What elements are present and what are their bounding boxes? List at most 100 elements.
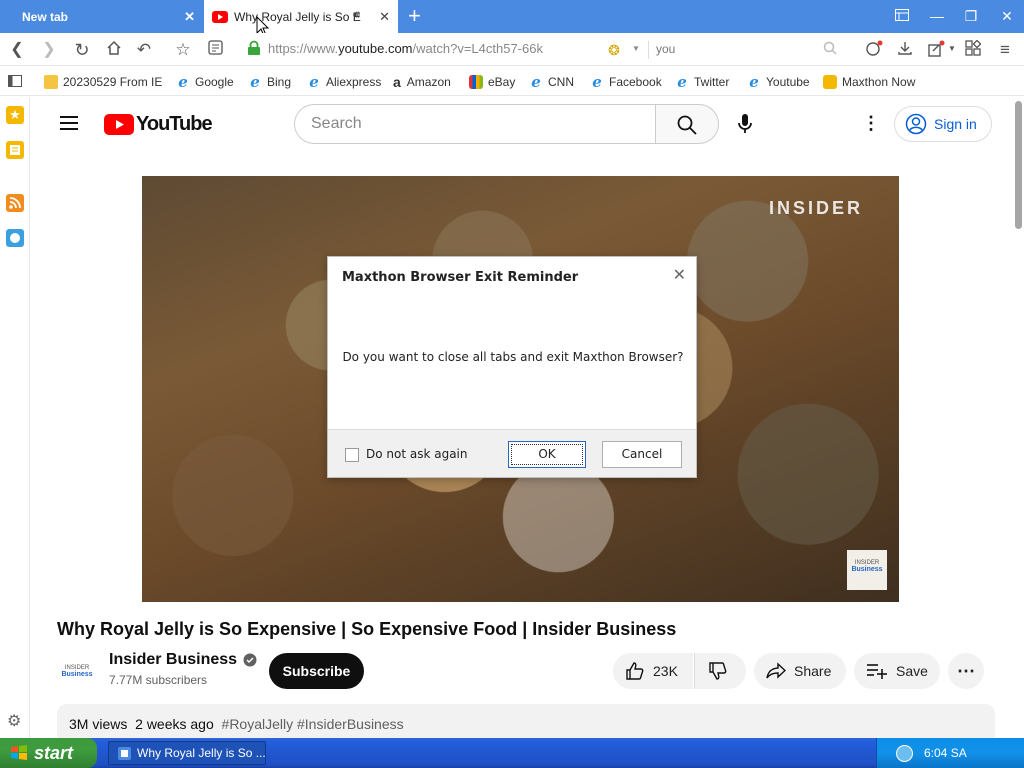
browser-sidebar: ★ ⚙︎: [0, 97, 30, 738]
chat-sidebar-icon[interactable]: [6, 229, 24, 247]
bookmark-maxthon-now[interactable]: Maxthon Now: [823, 73, 915, 91]
settings-gear-icon[interactable]: ⚙︎: [7, 711, 21, 731]
bee-icon[interactable]: ❂: [604, 40, 624, 60]
clock[interactable]: 6:04 SA: [924, 746, 967, 760]
dislike-button[interactable]: [694, 653, 746, 689]
tab-youtube[interactable]: Why Royal Jelly is So E 🔊︎ ✕: [204, 0, 398, 33]
rss-sidebar-icon[interactable]: [6, 194, 24, 212]
bookmark-amazon[interactable]: a Amazon: [393, 73, 451, 91]
ebay-icon: [469, 75, 483, 89]
hamburger-menu-icon[interactable]: [60, 116, 78, 133]
bookmark-label: eBay: [488, 75, 516, 89]
close-tab-icon[interactable]: ✕: [184, 9, 195, 25]
maxthon-icon: [823, 75, 837, 89]
url-prefix: https://www.: [268, 41, 339, 56]
hashtags[interactable]: #RoyalJelly #InsiderBusiness: [222, 716, 404, 732]
windows-taskbar: start Why Royal Jelly is So ... EN 6:04 …: [0, 738, 1024, 768]
maxthon-tray-icon[interactable]: [896, 745, 913, 762]
search-box[interactable]: Search: [294, 104, 656, 144]
page-scrollbar[interactable]: [1015, 101, 1022, 229]
bookmark-twitter[interactable]: e Twitter: [675, 73, 729, 91]
tab-label: New tab: [22, 9, 69, 24]
video-title: Why Royal Jelly is So Expensive | So Exp…: [57, 619, 677, 639]
home-icon[interactable]: [104, 40, 124, 60]
search-icon[interactable]: [820, 40, 840, 60]
bookmark-label: Youtube: [766, 75, 810, 89]
lock-icon: [244, 40, 264, 60]
back-icon[interactable]: ❮: [7, 40, 27, 60]
bookmark-google[interactable]: e Google: [176, 73, 233, 91]
bookmark-cnn[interactable]: e CNN: [529, 73, 574, 91]
tab-list-icon[interactable]: [891, 6, 913, 26]
video-watermark: INSIDER: [768, 198, 863, 218]
save-button[interactable]: Save: [854, 653, 940, 689]
user-account-icon[interactable]: [864, 40, 884, 60]
address-bar: ❮ ❯ ↻ ↶ ▼ ☆ https://www.youtube.com/watc…: [0, 33, 1024, 85]
undo-close-icon[interactable]: ↶: [134, 40, 154, 60]
playlist-add-icon: [867, 664, 887, 679]
favorites-sidebar-icon[interactable]: ★: [6, 106, 24, 124]
subscribe-button[interactable]: Subscribe: [269, 653, 364, 689]
new-tab-button[interactable]: +: [408, 3, 421, 29]
youtube-logo-text: YouTube: [136, 113, 213, 135]
extensions-icon[interactable]: [963, 39, 983, 60]
reload-icon[interactable]: ↻: [72, 40, 92, 60]
ie-icon: e: [592, 73, 602, 91]
url-path: /watch?v=L4cth57-66k: [412, 41, 543, 56]
dialog-close-icon[interactable]: ✕: [673, 265, 686, 285]
more-options-icon[interactable]: ⋮: [862, 113, 880, 134]
download-icon[interactable]: [895, 40, 915, 60]
like-button[interactable]: 23K: [613, 653, 693, 689]
youtube-favicon-icon: [212, 10, 228, 23]
do-not-ask-checkbox[interactable]: [345, 448, 359, 462]
ok-button[interactable]: OK: [508, 441, 586, 468]
bookmark-label: Maxthon Now: [842, 75, 916, 89]
more-actions-button[interactable]: ⋯: [948, 653, 984, 689]
menu-icon[interactable]: ≡: [995, 40, 1015, 60]
restore-icon[interactable]: ❐: [960, 6, 982, 26]
screenshot-dropdown-icon[interactable]: ▼: [948, 44, 956, 53]
upload-age: 2 weeks ago: [135, 716, 214, 732]
taskbar-window-button[interactable]: Why Royal Jelly is So ...: [108, 741, 266, 765]
youtube-logo[interactable]: YouTube: [104, 113, 213, 136]
bookmark-bing[interactable]: e Bing: [248, 73, 291, 91]
start-button[interactable]: start: [0, 738, 97, 768]
description-box[interactable]: 3M views 2 weeks ago #RoyalJelly #Inside…: [57, 704, 995, 738]
taskbar-window-label: Why Royal Jelly is So ...: [137, 746, 266, 760]
bookmark-facebook[interactable]: e Facebook: [590, 73, 661, 91]
share-button[interactable]: Share: [754, 653, 846, 689]
channel-badge[interactable]: INSIDER Business: [847, 550, 887, 590]
search-button[interactable]: [655, 104, 719, 144]
favorite-star-icon[interactable]: ☆: [173, 40, 193, 60]
close-tab-icon[interactable]: ✕: [379, 9, 390, 25]
url-field[interactable]: https://www.youtube.com/watch?v=L4cth57-…: [268, 41, 543, 56]
bookmark-aliexpress[interactable]: e Aliexpress: [307, 73, 381, 91]
tab-new-tab[interactable]: New tab ✕: [0, 0, 203, 33]
microphone-icon[interactable]: [737, 113, 753, 138]
bookmark-label: Twitter: [694, 75, 730, 89]
sign-in-button[interactable]: Sign in: [894, 106, 992, 142]
bookmark-youtube[interactable]: e Youtube: [747, 73, 810, 91]
cancel-button[interactable]: Cancel: [602, 441, 682, 468]
screenshot-icon[interactable]: [926, 40, 946, 60]
reader-icon[interactable]: [205, 40, 225, 60]
speaker-icon[interactable]: 🔊︎: [353, 9, 360, 22]
tab-bar: New tab ✕ Why Royal Jelly is So E 🔊︎ ✕ +…: [0, 0, 1024, 37]
search-engine-dropdown-icon[interactable]: ▼: [632, 44, 640, 53]
sidebar-toggle-icon[interactable]: [8, 75, 22, 90]
verified-check-icon: [243, 653, 257, 667]
bookmark-ebay[interactable]: eBay: [469, 73, 515, 91]
do-not-ask-label[interactable]: Do not ask again: [366, 447, 468, 461]
minimize-icon[interactable]: —: [926, 6, 948, 26]
subscriber-count: 7.77M subscribers: [109, 673, 208, 687]
channel-avatar[interactable]: INSIDER Business: [57, 653, 97, 693]
close-window-icon[interactable]: ✕: [996, 6, 1018, 26]
folder-icon: [44, 75, 58, 89]
channel-name[interactable]: Insider Business: [109, 651, 257, 669]
search-query-field[interactable]: you: [656, 42, 675, 56]
dialog-footer: Do not ask again OK Cancel: [328, 429, 696, 477]
notes-sidebar-icon[interactable]: [6, 141, 24, 159]
bookmark-20230529-from-ie[interactable]: 20230529 From IE: [44, 73, 162, 91]
dialog-title: Maxthon Browser Exit Reminder: [342, 270, 579, 285]
forward-icon[interactable]: ❯: [39, 40, 59, 60]
